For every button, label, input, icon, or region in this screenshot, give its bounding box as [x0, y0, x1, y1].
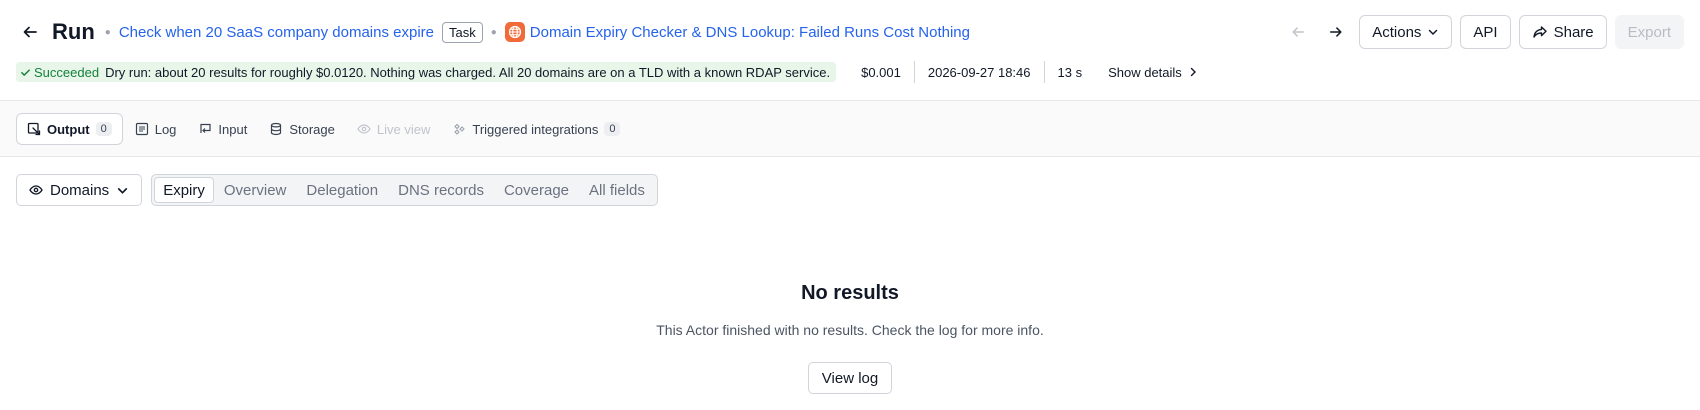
check-icon: [21, 68, 30, 76]
status-message: Dry run: about 20 results for roughly $0…: [105, 64, 831, 80]
integrations-icon: [454, 123, 466, 135]
view-log-button[interactable]: View log: [808, 362, 892, 394]
eye-icon: [357, 124, 371, 134]
run-started: 2026-09-27 18:46: [915, 61, 1045, 83]
tab-input[interactable]: Input: [188, 113, 257, 145]
title-row: Run ● Check when 20 SaaS company domains…: [16, 14, 1684, 50]
chevron-right-icon: [1190, 67, 1196, 77]
dataset-view-label: Domains: [50, 181, 110, 199]
view-tab-dns-records[interactable]: DNS records: [388, 177, 494, 203]
actions-label: Actions: [1372, 23, 1422, 41]
database-icon: [271, 122, 282, 136]
show-details-button[interactable]: Show details: [1095, 65, 1198, 80]
tab-output[interactable]: Output 0: [16, 113, 123, 145]
view-tab-expiry[interactable]: Expiry: [154, 177, 214, 203]
view-tab-delegation[interactable]: Delegation: [296, 177, 388, 203]
arrow-left-icon: [23, 26, 37, 38]
run-tabs: Output 0 Log Input Storage Live view Tri…: [16, 113, 630, 145]
header-actions: Actions API Share Export: [1283, 15, 1684, 49]
tab-log[interactable]: Log: [125, 113, 187, 145]
export-button[interactable]: Export: [1614, 15, 1684, 49]
view-tab-all-fields[interactable]: All fields: [579, 177, 655, 203]
share-icon: [1532, 26, 1547, 38]
view-tab-overview[interactable]: Overview: [214, 177, 297, 203]
separator-dot: ●: [104, 26, 111, 38]
run-tabs-bar: Output 0 Log Input Storage Live view Tri…: [0, 100, 1700, 157]
arrow-right-icon: [1330, 27, 1342, 37]
back-button[interactable]: [16, 18, 44, 46]
tab-output-label: Output: [47, 121, 90, 137]
view-tabs: Expiry Overview Delegation DNS records C…: [151, 174, 658, 206]
empty-state-message: This Actor finished with no results. Che…: [656, 322, 1044, 338]
status-state-label: Succeeded: [34, 64, 100, 80]
eye-icon: [29, 185, 43, 195]
export-label: Export: [1627, 23, 1671, 41]
task-link[interactable]: Check when 20 SaaS company domains expir…: [119, 24, 434, 41]
run-duration: 13 s: [1057, 64, 1083, 80]
tab-storage-label: Storage: [289, 121, 335, 137]
empty-state-title: No results: [801, 282, 899, 304]
status-row: Succeeded Dry run: about 20 results for …: [16, 61, 1198, 83]
output-icon: [27, 122, 41, 136]
input-icon: [200, 123, 212, 133]
tab-integrations-count: 0: [604, 122, 621, 136]
share-button[interactable]: Share: [1518, 15, 1607, 49]
page-title: Run: [52, 19, 95, 44]
actions-button[interactable]: Actions: [1359, 15, 1453, 49]
view-tab-coverage[interactable]: Coverage: [494, 177, 579, 203]
separator-dot: ●: [490, 26, 497, 38]
arrow-left-icon: [1292, 27, 1305, 37]
next-run-button[interactable]: [1321, 17, 1351, 47]
tab-triggered-integrations[interactable]: Triggered integrations 0: [442, 113, 630, 145]
share-label: Share: [1553, 23, 1594, 41]
status-badge: Succeeded Dry run: about 20 results for …: [16, 62, 837, 82]
actor-globe-icon: [504, 22, 525, 42]
previous-run-button[interactable]: [1283, 17, 1313, 47]
chevron-down-icon: [118, 187, 128, 194]
tab-log-label: Log: [154, 121, 177, 137]
tab-storage[interactable]: Storage: [259, 113, 345, 145]
task-badge: Task: [442, 21, 483, 43]
tab-live-view-label: Live view: [376, 121, 431, 137]
chevron-down-icon: [1429, 29, 1438, 36]
api-label: API: [1473, 23, 1498, 41]
api-button[interactable]: API: [1460, 15, 1511, 49]
show-details-label: Show details: [1108, 64, 1182, 80]
tab-input-label: Input: [218, 121, 248, 137]
views-row: Domains Expiry Overview Delegation DNS r…: [16, 174, 658, 206]
log-icon: [135, 122, 148, 136]
dataset-view-select[interactable]: Domains: [16, 174, 143, 206]
run-header: Run ● Check when 20 SaaS company domains…: [0, 0, 1700, 100]
actor-link[interactable]: Domain Expiry Checker & DNS Lookup: Fail…: [530, 24, 970, 41]
run-cost: $0.001: [848, 61, 915, 83]
status-state: Succeeded: [20, 65, 99, 80]
tab-integrations-label: Triggered integrations: [472, 121, 599, 137]
tab-live-view[interactable]: Live view: [347, 113, 440, 145]
tab-output-count: 0: [95, 122, 112, 136]
empty-state: No results This Actor finished with no r…: [0, 282, 1700, 338]
